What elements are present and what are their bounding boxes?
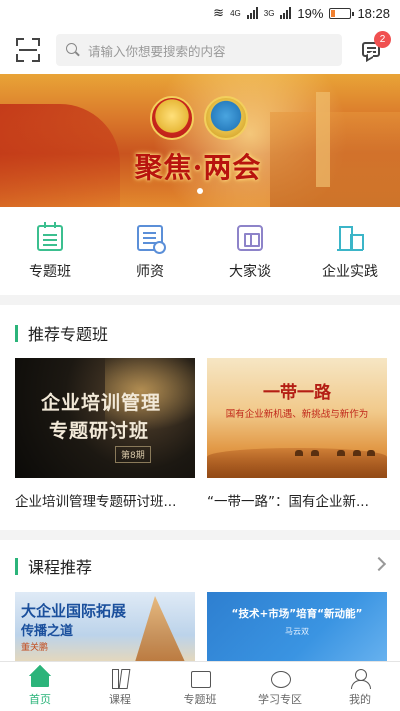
- category-topic-class[interactable]: 专题班: [0, 207, 100, 295]
- home-icon: [29, 668, 51, 688]
- chevron-right-icon[interactable]: [371, 556, 387, 572]
- rec-author: 马云双: [285, 627, 309, 636]
- scan-button[interactable]: [14, 36, 42, 64]
- card-title: “一带一路”：国有企业新...: [207, 494, 369, 510]
- category-discussion[interactable]: 大家谈: [200, 207, 300, 295]
- carousel-indicator: [0, 188, 400, 194]
- thumb-text: 国有企业新机遇、新挑战与新作为: [225, 409, 369, 420]
- bottom-nav: 首页 课程 专题班 学习专区 我的: [0, 661, 400, 711]
- section-divider: [0, 295, 400, 305]
- rec-text: 传播之道: [21, 624, 74, 639]
- card-thumbnail: 企业培训管理 专题研讨班 第8期: [15, 358, 195, 478]
- status-bar: ≋ 4G 3G 19% 18:28: [0, 0, 400, 28]
- search-icon: [66, 43, 80, 57]
- featured-card[interactable]: 企业培训管理 专题研讨班 第8期 企业培训管理专题研讨班...: [15, 358, 195, 510]
- message-button[interactable]: 2: [360, 31, 391, 62]
- category-label: 师资: [136, 264, 164, 280]
- category-teachers[interactable]: 师资: [100, 207, 200, 295]
- nav-learning-zone[interactable]: 学习专区: [240, 662, 320, 711]
- carousel-dot: [197, 188, 203, 194]
- cppcc-emblem-icon: [204, 96, 248, 140]
- rec-text: “技术+市场”培育“新动能”: [231, 608, 363, 620]
- category-label: 大家谈: [229, 264, 271, 280]
- recommend-card-list: 大企业国际拓展 传播之道 董关鹏 “技术+市场”培育“新动能” 马云双: [15, 592, 387, 664]
- calendar-icon: [37, 222, 63, 251]
- thumb-text: 专题研讨班: [49, 420, 150, 442]
- nav-profile[interactable]: 我的: [320, 662, 400, 711]
- card-title: 企业培训管理专题研讨班...: [15, 494, 177, 510]
- featured-section-header: 推荐专题班: [0, 318, 400, 348]
- featured-card-list: 企业培训管理 专题研讨班 第8期 企业培训管理专题研讨班... 一带一路 国有企…: [15, 358, 387, 510]
- nav-course[interactable]: 课程: [80, 662, 160, 711]
- section-title: 课程推荐: [28, 558, 93, 577]
- network-type-1: 4G: [230, 8, 241, 18]
- card-thumbnail: 一带一路 国有企业新机遇、新挑战与新作为: [207, 358, 387, 478]
- battery-icon: [329, 7, 355, 19]
- network-type-2: 3G: [263, 8, 275, 18]
- signal-icon: [246, 7, 258, 19]
- wifi-icon: ≋: [213, 5, 225, 20]
- national-emblem-icon: [150, 96, 194, 140]
- thumb-text: 企业培训管理: [41, 392, 162, 414]
- search-header: 请输入你想要搜索的内容 2: [0, 28, 400, 72]
- nav-label: 课程: [109, 693, 131, 706]
- recommend-section-header[interactable]: 课程推荐: [0, 551, 400, 581]
- category-grid: 专题班 师资 大家谈 企业实践: [0, 207, 400, 295]
- category-label: 企业实践: [322, 264, 378, 280]
- section-title: 推荐专题班: [28, 325, 109, 344]
- section-accent-bar: [15, 557, 18, 575]
- nav-topic-class[interactable]: 专题班: [160, 662, 240, 711]
- search-placeholder: 请输入你想要搜索的内容: [88, 43, 226, 59]
- battery-percent: 19%: [297, 5, 324, 21]
- rec-author: 董关鹏: [21, 643, 49, 653]
- search-input[interactable]: 请输入你想要搜索的内容: [56, 34, 342, 66]
- signal-icon-2: [280, 7, 292, 19]
- message-badge: 2: [374, 31, 391, 48]
- profile-icon: [349, 668, 371, 689]
- clock: 18:28: [357, 5, 390, 21]
- recommend-card[interactable]: “技术+市场”培育“新动能” 马云双: [207, 592, 387, 664]
- nav-label: 学习专区: [258, 693, 302, 706]
- category-label: 专题班: [29, 264, 71, 280]
- nav-label: 专题班: [183, 693, 217, 706]
- nav-label: 我的: [349, 693, 371, 706]
- featured-card[interactable]: 一带一路 国有企业新机遇、新挑战与新作为 “一带一路”：国有企业新...: [207, 358, 387, 510]
- rec-text: 大企业国际拓展: [21, 602, 127, 620]
- book-icon: [237, 225, 263, 251]
- category-enterprise-practice[interactable]: 企业实践: [300, 207, 400, 295]
- nav-home[interactable]: 首页: [0, 662, 80, 711]
- status-indicators: ≋ 4G 3G 19% 18:28: [213, 5, 390, 21]
- recommend-card[interactable]: 大企业国际拓展 传播之道 董关鹏: [15, 592, 195, 664]
- thumb-text: 一带一路: [263, 383, 331, 403]
- section-accent-bar: [15, 324, 18, 342]
- document-icon: [137, 225, 166, 254]
- zone-icon: [269, 668, 291, 688]
- topic-icon: [189, 668, 211, 688]
- building-icon: [337, 225, 364, 251]
- thumb-tag: 第8期: [115, 446, 151, 463]
- banner-title: 聚焦·两会: [134, 151, 262, 184]
- nav-label: 首页: [29, 693, 51, 706]
- course-icon: [109, 668, 131, 689]
- section-divider: [0, 530, 400, 540]
